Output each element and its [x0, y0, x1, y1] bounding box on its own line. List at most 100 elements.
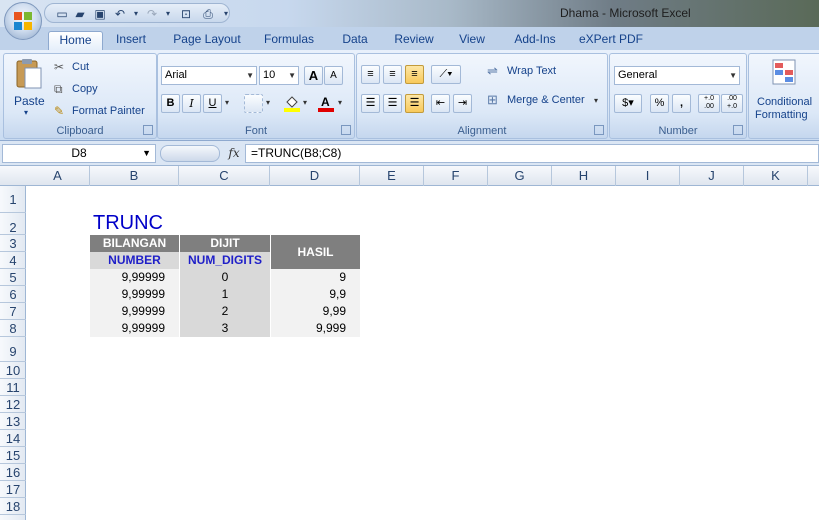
- merge-dropdown-icon[interactable]: ▾: [594, 96, 598, 105]
- tab-expert-pdf[interactable]: eXPert PDF: [577, 31, 645, 50]
- shrink-font-button[interactable]: A: [324, 66, 343, 85]
- decrease-decimal-icon[interactable]: .00 +.0: [721, 94, 743, 113]
- comma-button[interactable]: ,: [672, 94, 691, 113]
- decrease-indent-icon[interactable]: ⇤: [431, 94, 450, 113]
- currency-icon[interactable]: $▾: [614, 94, 642, 113]
- column-header-partial[interactable]: [808, 166, 819, 186]
- paste-icon[interactable]: [14, 58, 44, 90]
- formatting-label[interactable]: Formatting: [755, 109, 808, 121]
- underline-dropdown-icon[interactable]: ▾: [225, 98, 229, 107]
- row-header[interactable]: 10: [0, 362, 26, 379]
- column-header[interactable]: H: [552, 166, 616, 186]
- print-preview-icon[interactable]: ⊡: [179, 7, 193, 21]
- alignment-launcher-icon[interactable]: [594, 125, 604, 135]
- tab-data[interactable]: Data: [335, 31, 375, 50]
- quick-print-icon[interactable]: ⎙: [201, 7, 215, 21]
- font-name-select[interactable]: Arial ▼: [161, 66, 257, 85]
- table-cell-result[interactable]: 9,9: [271, 286, 360, 303]
- header-hasil[interactable]: HASIL: [271, 235, 360, 269]
- column-header[interactable]: I: [616, 166, 680, 186]
- row-header[interactable]: 1: [0, 186, 26, 213]
- header-bilangan[interactable]: BILANGAN: [90, 235, 179, 252]
- font-color-icon[interactable]: A: [316, 94, 335, 113]
- table-cell-digits[interactable]: 1: [180, 286, 270, 303]
- column-header[interactable]: F: [424, 166, 488, 186]
- font-color-dropdown-icon[interactable]: ▾: [338, 98, 342, 107]
- clipboard-launcher-icon[interactable]: [143, 125, 153, 135]
- italic-button[interactable]: I: [182, 94, 201, 113]
- column-header[interactable]: C: [179, 166, 270, 186]
- office-button[interactable]: [4, 2, 42, 40]
- new-document-icon[interactable]: ▭: [55, 7, 69, 21]
- redo-icon[interactable]: ↷: [145, 7, 159, 21]
- align-left-icon[interactable]: ☰: [361, 94, 380, 113]
- row-header[interactable]: 9: [0, 337, 26, 362]
- table-cell-digits[interactable]: 2: [180, 303, 270, 320]
- increase-indent-icon[interactable]: ⇥: [453, 94, 472, 113]
- tab-review[interactable]: Review: [389, 31, 439, 50]
- column-header[interactable]: A: [26, 166, 90, 186]
- row-header[interactable]: 18: [0, 498, 26, 515]
- row-header[interactable]: 5: [0, 269, 26, 286]
- paste-button[interactable]: Paste: [14, 94, 45, 108]
- tab-add-ins[interactable]: Add-Ins: [506, 31, 564, 50]
- table-cell-number[interactable]: 9,99999: [90, 320, 179, 337]
- row-header[interactable]: 6: [0, 286, 26, 303]
- conditional-label[interactable]: Conditional: [757, 96, 812, 108]
- column-header[interactable]: G: [488, 166, 552, 186]
- header-num-digits[interactable]: NUM_DIGITS: [180, 252, 270, 269]
- align-center-icon[interactable]: ☰: [383, 94, 402, 113]
- fill-color-dropdown-icon[interactable]: ▾: [303, 98, 307, 107]
- table-cell-number[interactable]: 9,99999: [90, 303, 179, 320]
- number-launcher-icon[interactable]: [733, 125, 743, 135]
- align-middle-icon[interactable]: ≡: [383, 65, 402, 84]
- name-box-dropdown-icon[interactable]: ▼: [142, 145, 151, 162]
- customize-toolbar-icon[interactable]: ▾: [219, 7, 233, 21]
- formula-bar-divider[interactable]: [160, 145, 220, 162]
- undo-dropdown-icon[interactable]: ▾: [129, 7, 143, 21]
- table-cell-digits[interactable]: 3: [180, 320, 270, 337]
- row-header[interactable]: 7: [0, 303, 26, 320]
- column-header[interactable]: D: [270, 166, 360, 186]
- increase-decimal-icon[interactable]: +.0 .00: [698, 94, 720, 113]
- paste-dropdown-icon[interactable]: ▾: [24, 108, 28, 117]
- row-header[interactable]: 16: [0, 464, 26, 481]
- align-bottom-icon[interactable]: ≡: [405, 65, 424, 84]
- row-header[interactable]: 11: [0, 379, 26, 396]
- tab-view[interactable]: View: [452, 31, 492, 50]
- wrap-text-button[interactable]: Wrap Text: [507, 65, 556, 77]
- bold-button[interactable]: B: [161, 94, 180, 113]
- row-header[interactable]: 12: [0, 396, 26, 413]
- underline-button[interactable]: U: [203, 94, 222, 113]
- open-folder-icon[interactable]: ▰: [73, 7, 87, 21]
- table-cell-result[interactable]: 9: [271, 269, 360, 286]
- row-header[interactable]: 14: [0, 430, 26, 447]
- font-launcher-icon[interactable]: [341, 125, 351, 135]
- orientation-icon[interactable]: ⟋▾: [431, 65, 461, 84]
- save-icon[interactable]: ▣: [93, 7, 107, 21]
- row-header[interactable]: 17: [0, 481, 26, 498]
- row-header[interactable]: 8: [0, 320, 26, 337]
- tab-insert[interactable]: Insert: [108, 31, 154, 50]
- table-cell-result[interactable]: 9,999: [271, 320, 360, 337]
- tab-page-layout[interactable]: Page Layout: [165, 31, 249, 50]
- conditional-formatting-icon[interactable]: [771, 58, 799, 88]
- column-header[interactable]: J: [680, 166, 744, 186]
- insert-function-icon[interactable]: fx: [224, 144, 244, 163]
- redo-dropdown-icon[interactable]: ▾: [161, 7, 175, 21]
- row-header[interactable]: 13: [0, 413, 26, 430]
- grow-font-button[interactable]: A: [304, 66, 323, 85]
- row-header[interactable]: 3: [0, 235, 26, 252]
- name-box[interactable]: D8 ▼: [2, 144, 156, 163]
- column-header[interactable]: B: [90, 166, 179, 186]
- table-cell-digits[interactable]: 0: [180, 269, 270, 286]
- tab-home[interactable]: Home: [48, 31, 103, 51]
- header-number[interactable]: NUMBER: [90, 252, 179, 269]
- table-cell-number[interactable]: 9,99999: [90, 286, 179, 303]
- cut-button[interactable]: Cut: [72, 61, 89, 73]
- font-size-select[interactable]: 10 ▼: [259, 66, 299, 85]
- align-right-icon[interactable]: ☰: [405, 94, 424, 113]
- column-header[interactable]: K: [744, 166, 808, 186]
- tab-formulas[interactable]: Formulas: [258, 31, 320, 50]
- merge-center-button[interactable]: Merge & Center: [507, 94, 585, 106]
